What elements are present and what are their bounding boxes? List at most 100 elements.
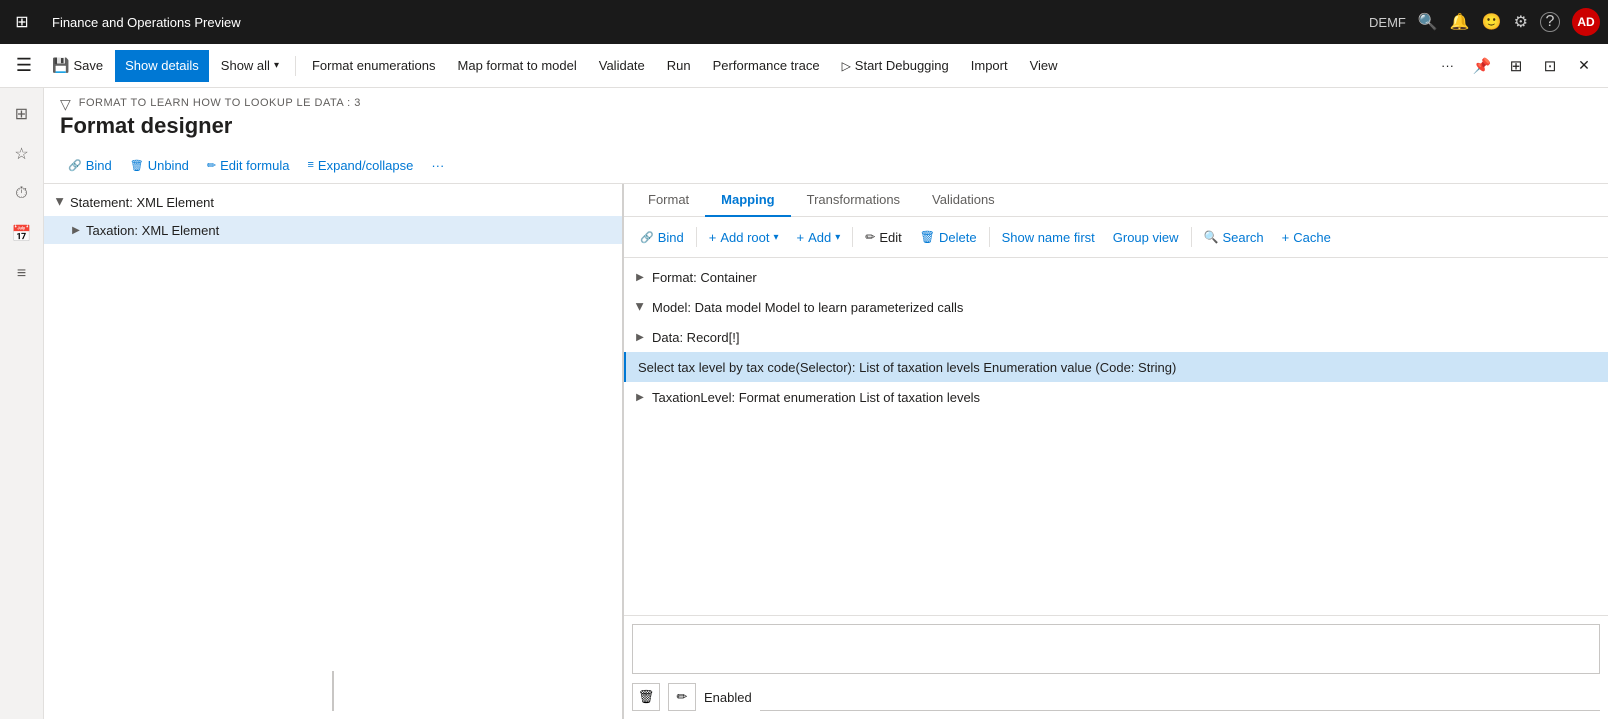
delete-formula-button[interactable]: 🗑	[632, 683, 660, 711]
tab-transformations[interactable]: Transformations	[791, 184, 916, 217]
import-button[interactable]: Import	[961, 50, 1018, 82]
search-icon-right: 🔍	[1204, 230, 1219, 244]
rt-item-model[interactable]: ▶ Model: Data model Model to learn param…	[624, 292, 1608, 322]
pencil-icon-right: ✏	[865, 230, 875, 244]
rt-item-data[interactable]: ▶ Data: Record[!]	[624, 322, 1608, 352]
rt-item-format[interactable]: ▶ Format: Container	[624, 262, 1608, 292]
rt-label-select-tax: Select tax level by tax code(Selector): …	[638, 360, 1176, 375]
grid-icon[interactable]: ⊞	[8, 8, 36, 36]
rt-sep1	[696, 227, 697, 247]
formula-input[interactable]	[632, 624, 1600, 674]
left-panel: ▶ Statement: XML Element ▶ Taxation: XML…	[44, 184, 624, 719]
show-name-first-button[interactable]: Show name first	[994, 223, 1103, 251]
rt-sep4	[1191, 227, 1192, 247]
view-button[interactable]: View	[1020, 50, 1068, 82]
delete-button[interactable]: 🗑 Delete	[912, 223, 985, 251]
nav-home[interactable]: ⊞	[4, 96, 40, 132]
run-button[interactable]: Run	[657, 50, 701, 82]
face-icon[interactable]: 🙂	[1482, 12, 1502, 32]
tab-format[interactable]: Format	[632, 184, 705, 217]
rt-label-model: Model: Data model Model to learn paramet…	[652, 300, 963, 315]
trash-icon-right: 🗑	[920, 230, 935, 244]
rt-label-data: Data: Record[!]	[652, 330, 739, 345]
search-button[interactable]: 🔍 Search	[1196, 223, 1272, 251]
right-toolbar: 🔗 Bind + Add root ▾ + Add ▾	[624, 217, 1608, 258]
pin-button[interactable]: 📌	[1466, 50, 1498, 82]
more-button[interactable]: ⊡	[1534, 50, 1566, 82]
expand-button[interactable]: ⊞	[1500, 50, 1532, 82]
tab-validations[interactable]: Validations	[916, 184, 1011, 217]
unbind-button[interactable]: 🗑 Unbind	[122, 151, 197, 179]
bottom-controls: 🗑 ✏ Enabled	[632, 683, 1600, 711]
map-format-button[interactable]: Map format to model	[448, 50, 587, 82]
page-title: Format designer	[60, 113, 1592, 139]
filter-icon[interactable]: ▽	[60, 96, 71, 113]
validate-button[interactable]: Validate	[589, 50, 655, 82]
perf-trace-button[interactable]: Performance trace	[703, 50, 830, 82]
label-taxation: Taxation: XML Element	[86, 223, 219, 238]
link-icon-right: 🔗	[640, 231, 654, 244]
nav-modules[interactable]: ≡	[4, 256, 40, 292]
enabled-input[interactable]	[760, 683, 1600, 711]
rt-item-select-tax[interactable]: Select tax level by tax code(Selector): …	[624, 352, 1608, 382]
pencil-icon-toolbar: ✏	[207, 159, 216, 172]
rt-sep3	[989, 227, 990, 247]
search-icon-top[interactable]: 🔍	[1418, 12, 1438, 32]
left-tree: ▶ Statement: XML Element ▶ Taxation: XML…	[44, 184, 622, 663]
expand-icon-toolbar: ≡	[308, 159, 314, 171]
main-content: ⊞ ☆ ⏱ 📅 ≡ ▽ FORMAT TO LEARN HOW TO LOOKU…	[0, 88, 1608, 719]
show-details-button[interactable]: Show details	[115, 50, 209, 82]
tree-item-taxation[interactable]: ▶ Taxation: XML Element	[44, 216, 622, 244]
top-bar: ⊞ Finance and Operations Preview DEMF 🔍 …	[0, 0, 1608, 44]
panel-divider	[332, 671, 334, 711]
save-icon: 💾	[52, 57, 69, 74]
page-toolbar: 🔗 Bind 🗑 Unbind ✏ Edit formula ≡ Expand/…	[44, 147, 1608, 184]
page-header: ▽ FORMAT TO LEARN HOW TO LOOKUP LE DATA …	[44, 88, 1608, 147]
tab-mapping[interactable]: Mapping	[705, 184, 790, 217]
gear-icon[interactable]: ⚙	[1514, 12, 1528, 32]
rt-item-taxation-level[interactable]: ▶ TaxationLevel: Format enumeration List…	[624, 382, 1608, 412]
bell-icon[interactable]: 🔔	[1450, 12, 1470, 32]
chevron-format-container: ▶	[632, 269, 648, 285]
tree-item-statement[interactable]: ▶ Statement: XML Element	[44, 188, 622, 216]
right-panel: Format Mapping Transformations Validatio…	[624, 184, 1608, 719]
avatar[interactable]: AD	[1572, 8, 1600, 36]
enabled-label: Enabled	[704, 690, 752, 705]
show-all-button[interactable]: Show all ▾	[211, 50, 289, 82]
format-enumerations-button[interactable]: Format enumerations	[302, 50, 446, 82]
nav-recent[interactable]: ⏱	[4, 176, 40, 212]
chevron-taxation-level: ▶	[632, 389, 648, 405]
chevron-taxation: ▶	[68, 222, 84, 238]
debug-icon: ▷	[842, 59, 851, 73]
nav-favorites[interactable]: ☆	[4, 136, 40, 172]
edit-button[interactable]: ✏ Edit	[857, 223, 909, 251]
edit-formula-button[interactable]: ✏ Edit formula	[199, 151, 298, 179]
chevron-statement: ▶	[52, 194, 68, 210]
add-root-chevron: ▾	[773, 232, 778, 243]
chevron-data: ▶	[632, 329, 648, 345]
show-all-chevron: ▾	[274, 60, 279, 71]
save-button[interactable]: 💾 Save	[42, 50, 113, 82]
expand-collapse-button[interactable]: ≡ Expand/collapse	[300, 151, 422, 179]
help-icon[interactable]: ?	[1540, 12, 1560, 32]
trash-icon-toolbar: 🗑	[130, 159, 144, 172]
dots-button[interactable]: ···	[1431, 50, 1464, 82]
bind-button-right[interactable]: 🔗 Bind	[632, 223, 692, 251]
close-button[interactable]: ✕	[1568, 50, 1600, 82]
more-toolbar-button[interactable]: ···	[423, 151, 452, 179]
rt-label-format: Format: Container	[652, 270, 757, 285]
add-button[interactable]: + Add ▾	[789, 223, 849, 251]
bind-button-left[interactable]: 🔗 Bind	[60, 151, 120, 179]
add-root-button[interactable]: + Add root ▾	[701, 223, 787, 251]
group-view-button[interactable]: Group view	[1105, 223, 1187, 251]
right-tree: ▶ Format: Container ▶ Model: Data model …	[624, 258, 1608, 615]
hamburger-button[interactable]: ☰	[8, 50, 40, 82]
edit-formula-btn[interactable]: ✏	[668, 683, 696, 711]
top-bar-right: DEMF 🔍 🔔 🙂 ⚙ ? AD	[1369, 8, 1600, 36]
cache-button[interactable]: + Cache	[1274, 223, 1339, 251]
start-debug-button[interactable]: ▷ Start Debugging	[832, 50, 959, 82]
breadcrumb: FORMAT TO LEARN HOW TO LOOKUP LE DATA : …	[79, 97, 361, 109]
nav-workspaces[interactable]: 📅	[4, 216, 40, 252]
action-bar: ☰ 💾 Save Show details Show all ▾ Format …	[0, 44, 1608, 88]
split-panel: ▶ Statement: XML Element ▶ Taxation: XML…	[44, 184, 1608, 719]
